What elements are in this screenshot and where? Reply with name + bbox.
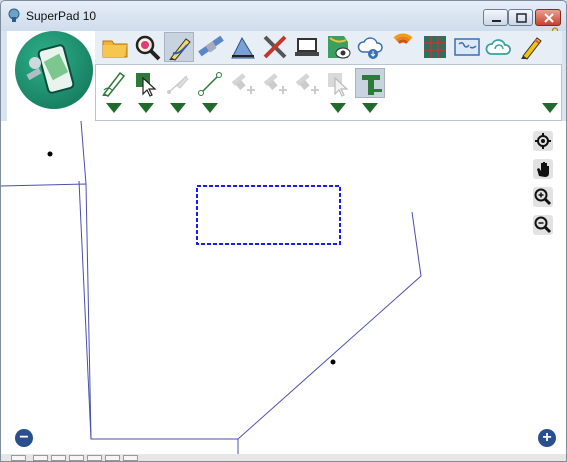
zoom-out-circle-button[interactable]: − (15, 429, 33, 447)
grid-table-icon[interactable] (420, 32, 450, 62)
app-logo[interactable] (15, 31, 93, 109)
maximize-button[interactable] (508, 9, 533, 26)
line-draw-icon[interactable] (195, 68, 225, 98)
tools-cross-icon[interactable] (260, 32, 290, 62)
gps-point-disabled-icon[interactable] (227, 68, 257, 98)
cloud-sync-icon[interactable] (484, 32, 514, 62)
zoom-out-icon (534, 216, 552, 234)
status-cell (123, 455, 138, 461)
select-dropdown-icon[interactable] (138, 103, 154, 113)
laptop-icon[interactable] (292, 32, 322, 62)
app-window: SuperPad 10 − + (0, 0, 567, 462)
edit-vertex-disabled-icon[interactable] (163, 68, 193, 98)
close-button[interactable] (535, 9, 561, 26)
road-edge-line (80, 121, 87, 185)
select-disabled-icon[interactable] (323, 68, 353, 98)
status-cell (87, 455, 102, 461)
search-zoom-icon[interactable] (132, 32, 162, 62)
zoom-out-button[interactable] (533, 215, 553, 235)
select2-dropdown-icon[interactable] (330, 103, 346, 113)
map-point-feature (330, 359, 336, 365)
upper-tool-row (95, 31, 562, 64)
zoom-in-icon (534, 188, 552, 206)
status-bar (1, 454, 566, 461)
cloud-download-icon[interactable] (356, 32, 386, 62)
draw-pen-icon[interactable] (99, 68, 129, 98)
line-dropdown-icon[interactable] (202, 103, 218, 113)
gps-line-disabled-icon[interactable] (259, 68, 289, 98)
satellite-icon[interactable] (196, 32, 226, 62)
status-cell (105, 455, 120, 461)
minimize-button[interactable] (483, 9, 508, 26)
select-arrow-icon[interactable] (131, 68, 161, 98)
device-map-icon (26, 44, 75, 94)
status-cell (11, 455, 26, 461)
pencil-icon[interactable] (516, 32, 546, 62)
parcel-boundary-line (1, 183, 422, 440)
locate-button[interactable] (533, 131, 553, 151)
lower-tool-row (95, 64, 562, 121)
pan-button[interactable] (533, 159, 553, 179)
world-map-icon[interactable] (452, 32, 482, 62)
main-toolbar (7, 31, 562, 121)
title-bar: SuperPad 10 (1, 1, 566, 31)
zoom-in-circle-button[interactable]: + (538, 429, 556, 447)
zoom-in-button[interactable] (533, 187, 553, 207)
more-dropdown-icon[interactable] (542, 103, 558, 113)
status-cell (69, 455, 84, 461)
locate-icon (535, 133, 551, 149)
map-canvas[interactable]: − + (1, 121, 566, 461)
window-title: SuperPad 10 (26, 9, 97, 23)
edit-pen-icon[interactable] (164, 32, 194, 62)
map-point-feature (47, 151, 53, 157)
selection-rectangle (196, 185, 341, 245)
app-icon (8, 8, 20, 22)
parcel-edge-line (78, 180, 92, 440)
text-dropdown-icon[interactable] (362, 103, 378, 113)
folder-open-icon[interactable] (100, 32, 130, 62)
pan-hand-icon (537, 162, 549, 177)
zoom-in-label: + (542, 429, 552, 446)
gps-area-disabled-icon[interactable] (291, 68, 321, 98)
draw-dropdown-icon[interactable] (106, 103, 122, 113)
signal-waves-icon[interactable] (388, 32, 418, 62)
vertex-dropdown-icon[interactable] (170, 103, 186, 113)
map-eye-icon[interactable] (324, 32, 354, 62)
status-cell (33, 455, 48, 461)
ruler-triangle-icon[interactable] (228, 32, 258, 62)
map-features (1, 121, 422, 461)
text-tool-icon[interactable] (355, 68, 385, 98)
status-cell (51, 455, 66, 461)
zoom-out-label: − (19, 429, 29, 446)
